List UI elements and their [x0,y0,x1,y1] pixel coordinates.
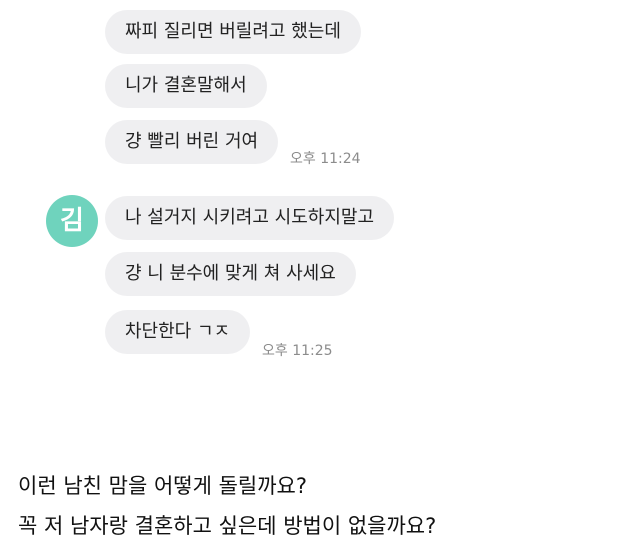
screenshot-page: 짜피 질리면 버릴려고 했는데 니가 결혼말해서 걍 빨리 버린 거여 오후 1… [0,0,640,553]
message-bubble[interactable]: 차단한다 ㄱㅈ [105,310,251,354]
message-bubble[interactable]: 걍 빨리 버린 거여 [105,120,279,164]
message-bubble[interactable]: 걍 니 분수에 맞게 쳐 사세요 [105,252,356,296]
message-bubble[interactable]: 짜피 질리면 버릴려고 했는데 [105,10,361,54]
message-timestamp: 오후 11:25 [262,343,333,359]
message-bubble[interactable]: 니가 결혼말해서 [105,64,267,108]
sender-avatar[interactable]: 김 [46,195,98,247]
message-timestamp: 오후 11:24 [290,151,361,167]
chat-conversation: 짜피 질리면 버릴려고 했는데 니가 결혼말해서 걍 빨리 버린 거여 오후 1… [0,0,640,365]
message-bubble[interactable]: 나 설거지 시키려고 시도하지말고 [105,196,395,240]
post-caption-line: 이런 남친 맘을 어떻게 돌릴까요? [18,474,308,498]
post-caption-line: 꼭 저 남자랑 결혼하고 싶은데 방법이 없을까요? [18,514,437,538]
